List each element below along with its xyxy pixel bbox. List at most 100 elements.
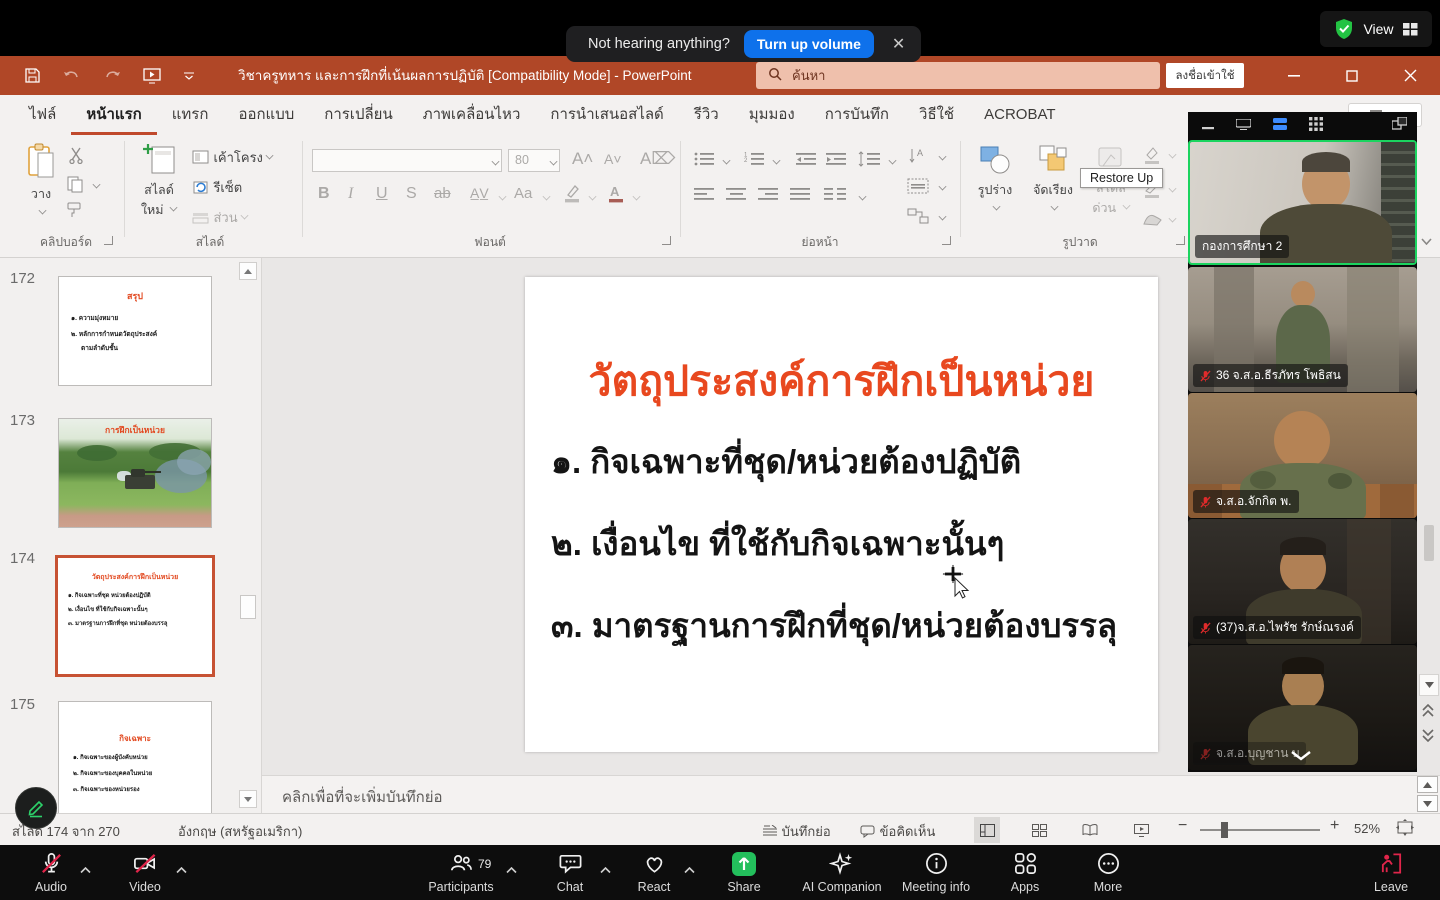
qat-customize-icon[interactable] [183,70,195,82]
zoom-level[interactable]: 52% [1354,821,1380,836]
tab-slideshow[interactable]: การนำเสนอสไลด์ [535,95,678,135]
chat-button[interactable]: Chat [540,850,600,894]
highlight-color-icon[interactable] [562,183,582,208]
close-notification-icon[interactable]: ✕ [888,34,909,54]
more-button[interactable]: More [1080,850,1136,894]
paste-button[interactable]: วาง [18,143,64,222]
video-button[interactable]: Video [112,850,178,894]
start-slideshow-icon[interactable] [143,68,161,84]
audio-options-chevron[interactable] [80,861,91,879]
notes-pane[interactable]: คลิกเพื่อที่จะเพิ่มบันทึกย่อ [262,775,1440,813]
turn-up-volume-button[interactable]: Turn up volume [744,30,874,58]
smartart-convert-icon[interactable] [906,207,932,230]
video-options-chevron[interactable] [176,861,187,879]
grow-font-icon[interactable]: A˄ [572,149,593,169]
character-spacing-icon[interactable]: A̲V̲ [470,185,489,201]
tab-file[interactable]: ไฟล์ [14,95,71,135]
paragraph-dialog-launcher[interactable] [942,236,951,245]
meeting-info-button[interactable]: Meeting info [896,850,976,894]
leave-button[interactable]: Leave [1362,850,1420,894]
slide-canvas[interactable]: วัตถุประสงค์การฝึกเป็นหน่วย ๑. กิจเฉพาะท… [525,277,1158,752]
participant-tile[interactable]: กองการศึกษา 2 [1188,140,1417,265]
scroll-step-up-button[interactable] [1417,776,1438,793]
view-control[interactable]: View [1320,11,1432,47]
tab-transitions[interactable]: การเปลี่ยน [309,95,407,135]
copy-icon[interactable] [66,175,84,198]
strikethrough-button[interactable]: ab [434,185,451,202]
ai-companion-button[interactable]: AI Companion [796,850,888,894]
participant-tile[interactable]: จ.ส.อ.บุญชาน บ [1188,645,1417,770]
audio-button[interactable]: Audio [18,850,84,894]
shadow-button[interactable]: S [406,185,417,203]
thumbnail-scrollbar[interactable] [238,258,258,813]
font-size-combo[interactable]: 80 [508,149,560,172]
tab-recording[interactable]: การบันทึก [810,95,904,135]
tab-acrobat[interactable]: ACROBAT [969,95,1070,135]
columns-icon[interactable] [824,187,848,208]
participants-options-chevron[interactable] [506,861,517,879]
vertical-scrollbar-chevron[interactable] [1421,232,1432,250]
undo-icon[interactable] [63,69,81,83]
next-slide-button[interactable] [1422,728,1434,747]
react-options-chevron[interactable] [684,861,695,879]
active-layout-icon[interactable] [1273,117,1287,135]
align-right-icon[interactable] [758,187,780,208]
normal-view-button[interactable] [974,817,1000,843]
gallery-view-icon[interactable] [1309,117,1323,136]
popout-panel-icon[interactable] [1392,117,1407,135]
minimize-button[interactable] [1265,56,1323,95]
slide-thumbnail-175[interactable]: กิจเฉพาะ ๑. กิจเฉพาะของผู้บังคับหน่วย ๒.… [58,701,212,813]
participant-tile[interactable]: (37)จ.ส.อ.ไพรัช รักษ์ณรงค์ [1188,519,1417,644]
zoom-slider-thumb[interactable] [1221,822,1228,838]
apps-button[interactable]: Apps [998,850,1052,894]
annotate-button[interactable] [15,787,57,829]
tab-insert[interactable]: แทรก [157,95,224,135]
align-left-icon[interactable] [694,187,716,208]
scroll-down-button[interactable] [1419,674,1439,696]
scrollbar-thumb[interactable] [240,595,256,619]
scroll-step-down-button[interactable] [1417,795,1438,812]
maximize-button[interactable] [1323,56,1381,95]
shape-fill-icon[interactable] [1142,145,1162,170]
scroll-up-button[interactable] [239,262,257,280]
search-input[interactable]: ค้นหา [756,62,1160,89]
slide-thumbnail-172[interactable]: สรุป ๑. ความมุ่งหมาย ๒. หลักการกำหนดวัตถ… [58,276,212,386]
font-color-icon[interactable]: A [606,183,626,208]
tab-design[interactable]: ออกแบบ [223,95,309,135]
italic-button[interactable]: I [348,185,353,203]
save-icon[interactable] [24,67,41,84]
align-center-icon[interactable] [726,187,748,208]
tab-view[interactable]: มุมมอง [734,95,810,135]
fit-to-window-button[interactable] [1396,818,1414,839]
redo-icon[interactable] [103,69,121,83]
clipboard-dialog-launcher[interactable] [104,236,113,245]
participant-tile[interactable]: 36 จ.ส.อ.ธีรภัทร โพธิสน [1188,267,1417,392]
shrink-font-icon[interactable]: A˅ [604,151,622,167]
font-dialog-launcher[interactable] [662,236,671,245]
new-slide-button[interactable]: สไลด์ใหม่ [134,143,184,220]
align-text-icon[interactable] [906,177,932,200]
vertical-scrollbar-thumb[interactable] [1424,525,1434,561]
close-button[interactable] [1381,56,1439,95]
minimize-videos-icon[interactable] [1202,117,1214,135]
notes-toggle[interactable]: บันทึกย่อ [762,821,831,842]
text-direction-icon[interactable]: A [906,147,932,170]
tab-help[interactable]: วิธีใช้ [904,95,969,135]
share-button[interactable]: Share [714,850,774,894]
section-button[interactable]: ส่วน [192,207,248,228]
zoom-out-button[interactable]: − [1178,817,1187,835]
line-spacing-icon[interactable] [858,151,882,172]
tab-review[interactable]: รีวิว [679,95,734,135]
indent-decrease-icon[interactable] [796,151,818,172]
shape-effects-icon[interactable] [1142,211,1162,232]
zoom-slider[interactable] [1200,829,1320,831]
scroll-more-participants-chevron[interactable] [1290,748,1312,766]
slideshow-view-button[interactable] [1128,817,1154,843]
justify-icon[interactable] [790,187,812,208]
sign-in-button[interactable]: ลงชื่อเข้าใช้ [1166,63,1244,88]
format-painter-icon[interactable] [66,201,84,224]
reset-button[interactable]: รีเซ็ต [192,177,242,198]
speaker-view-icon[interactable] [1236,117,1251,135]
previous-slide-button[interactable] [1422,704,1434,723]
participant-tile[interactable]: จ.ส.อ.จักกิต พ. [1188,393,1417,518]
